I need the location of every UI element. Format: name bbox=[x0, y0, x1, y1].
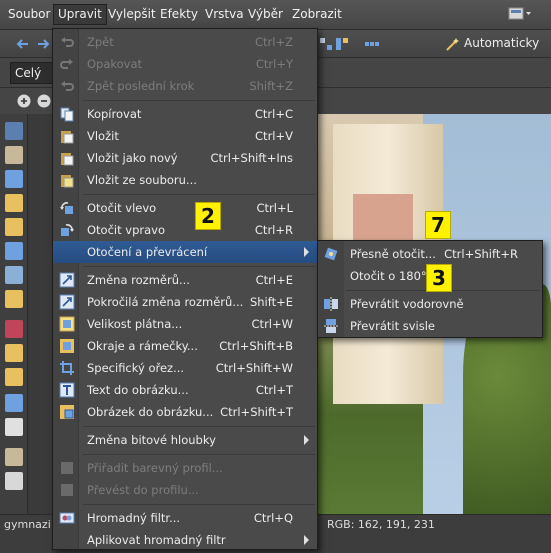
rotate-right-icon bbox=[61, 224, 74, 236]
submenu-item-flip-horizontal[interactable]: Převrátit vodorovně bbox=[318, 293, 542, 315]
paste-file-icon bbox=[61, 175, 74, 188]
auto-enhance-icon[interactable] bbox=[445, 36, 461, 52]
menu-item-undo[interactable]: Zpět Ctrl+Z bbox=[53, 31, 317, 53]
menu-item-canvas-size[interactable]: Velikost plátna... Ctrl+W bbox=[53, 313, 317, 335]
red-eye-tool-icon[interactable] bbox=[5, 320, 23, 338]
callout-badge-2: 2 bbox=[195, 202, 221, 230]
menu-item-specific-crop[interactable]: Specifický ořez... Ctrl+Shift+W bbox=[53, 357, 317, 379]
borders-icon bbox=[60, 339, 74, 353]
submenu-arrow-icon bbox=[304, 435, 309, 445]
menu-bar: Soubor Upravit Vylepšit Efekty Vrstva Vý… bbox=[0, 0, 551, 30]
menu-item-resize[interactable]: Změna rozměrů... Ctrl+E bbox=[53, 269, 317, 291]
forward-arrow-icon[interactable] bbox=[36, 36, 52, 52]
menu-item-convert-profile[interactable]: Převést do profilu... bbox=[53, 479, 317, 501]
menu-vylepsit[interactable]: Vylepšit bbox=[108, 7, 156, 21]
menu-vrstva[interactable]: Vrstva bbox=[205, 7, 244, 21]
menu-item-image-to-image[interactable]: Obrázek do obrázku... Ctrl+Shift+T bbox=[53, 401, 317, 423]
menu-separator bbox=[83, 194, 315, 195]
menu-separator bbox=[83, 454, 315, 455]
convert-profile-icon bbox=[61, 484, 73, 496]
magic-select-tool-icon[interactable] bbox=[5, 266, 23, 284]
menu-item-paste-file[interactable]: Vložit ze souboru... bbox=[53, 169, 317, 191]
canvas-size-icon bbox=[59, 316, 75, 332]
menu-soubor[interactable]: Soubor bbox=[8, 7, 50, 21]
zoom-tool-icon[interactable] bbox=[5, 122, 23, 140]
menu-item-borders[interactable]: Okraje a rámečky... Ctrl+Shift+B bbox=[53, 335, 317, 357]
menu-item-bit-depth[interactable]: Změna bitové hloubky bbox=[53, 429, 317, 451]
tool-strip bbox=[0, 114, 28, 514]
menu-item-copy[interactable]: Kopírovat Ctrl+C bbox=[53, 103, 317, 125]
menu-item-apply-batch-filter[interactable]: Aplikovat hromadný filtr bbox=[53, 529, 317, 551]
advanced-resize-icon bbox=[59, 294, 75, 310]
submenu-arrow-icon bbox=[304, 247, 309, 257]
undo-last-icon bbox=[61, 81, 74, 91]
menu-separator bbox=[83, 504, 315, 505]
brush-tool-icon[interactable] bbox=[5, 394, 23, 412]
menu-efekty[interactable]: Efekty bbox=[160, 7, 198, 21]
submenu-item-flip-vertical[interactable]: Převrátit svisle bbox=[318, 315, 542, 337]
callout-badge-3: 3 bbox=[426, 264, 452, 292]
menu-item-paste-new[interactable]: Vložit jako nový Ctrl+Shift+Ins bbox=[53, 147, 317, 169]
flip-vertical-icon bbox=[324, 319, 338, 333]
menu-item-paste[interactable]: Vložit Ctrl+V bbox=[53, 125, 317, 147]
color-profile-icon bbox=[61, 462, 73, 474]
batch-filter-icon bbox=[59, 512, 75, 524]
status-filename: gymnazi bbox=[4, 518, 51, 531]
paste-icon bbox=[61, 131, 74, 144]
auto-enhance-label[interactable]: Automaticky bbox=[464, 36, 539, 50]
text-icon bbox=[59, 382, 75, 398]
select-tool-icon[interactable] bbox=[5, 242, 23, 260]
menu-vyber[interactable]: Výběr bbox=[248, 7, 283, 21]
eraser-tool-icon[interactable] bbox=[5, 472, 23, 490]
menu-item-text-to-image[interactable]: Text do obrázku... Ctrl+T bbox=[53, 379, 317, 401]
callout-badge-7: 7 bbox=[425, 211, 451, 239]
edit-menu: Zpět Ctrl+Z Opakovat Ctrl+Y Zpět posledn… bbox=[52, 28, 318, 550]
crop-icon bbox=[60, 361, 74, 375]
gradient-tool-icon[interactable] bbox=[5, 290, 23, 308]
menu-upravit[interactable]: Upravit bbox=[53, 4, 107, 25]
menu-separator bbox=[83, 266, 315, 267]
healing-tool-icon[interactable] bbox=[5, 418, 23, 436]
zoom-in-icon[interactable] bbox=[16, 93, 32, 109]
menu-zobrazit[interactable]: Zobrazit bbox=[292, 7, 342, 21]
crop-tool-icon[interactable] bbox=[5, 170, 23, 188]
menu-item-undo-last[interactable]: Zpět poslední krok Shift+Z bbox=[53, 75, 317, 97]
menu-item-redo[interactable]: Opakovat Ctrl+Y bbox=[53, 53, 317, 75]
toolbar-tool2-icon[interactable] bbox=[334, 36, 350, 52]
menu-separator bbox=[83, 426, 315, 427]
rotate-left-icon bbox=[60, 202, 73, 214]
window-menu-icon[interactable] bbox=[507, 6, 533, 22]
zoom-out-icon[interactable] bbox=[36, 93, 52, 109]
pencil-tool-icon[interactable] bbox=[5, 448, 23, 466]
menu-item-assign-profile[interactable]: Přiřadit barevný profil... bbox=[53, 457, 317, 479]
copy-icon bbox=[60, 107, 74, 122]
submenu-item-precise-rotate[interactable]: Přesně otočit... Ctrl+Shift+R bbox=[318, 243, 542, 265]
menu-item-rotate-right[interactable]: Otočit vpravo Ctrl+R bbox=[53, 219, 317, 241]
resize-icon bbox=[59, 272, 75, 288]
menu-item-advanced-resize[interactable]: Pokročilá změna rozměrů... Shift+E bbox=[53, 291, 317, 313]
submenu-arrow-icon bbox=[304, 535, 309, 545]
redo-icon bbox=[60, 59, 73, 69]
precise-rotate-icon bbox=[324, 247, 338, 261]
retouch-tool-icon[interactable] bbox=[5, 344, 23, 362]
back-arrow-icon[interactable] bbox=[14, 36, 30, 52]
status-rgb: RGB: 162, 191, 231 bbox=[327, 518, 435, 531]
undo-icon bbox=[61, 37, 74, 47]
menu-item-batch-filter[interactable]: Hromadný filtr... Ctrl+Q bbox=[53, 507, 317, 529]
clone-tool-icon[interactable] bbox=[5, 368, 23, 386]
flip-horizontal-icon bbox=[324, 297, 338, 311]
straighten-tool-icon[interactable] bbox=[5, 194, 23, 212]
image-in-image-icon bbox=[60, 405, 74, 419]
toolbar-layout-icon[interactable] bbox=[364, 36, 380, 52]
menu-separator bbox=[83, 100, 315, 101]
hand-tool-icon[interactable] bbox=[5, 146, 23, 164]
toolbar-tool-icon[interactable] bbox=[318, 36, 334, 52]
menu-item-rotate-left[interactable]: Otočit vlevo Ctrl+L bbox=[53, 197, 317, 219]
paste-new-icon bbox=[61, 153, 74, 166]
menu-item-rotate-flip[interactable]: Otočení a převrácení bbox=[53, 241, 317, 263]
perspective-tool-icon[interactable] bbox=[5, 218, 23, 236]
